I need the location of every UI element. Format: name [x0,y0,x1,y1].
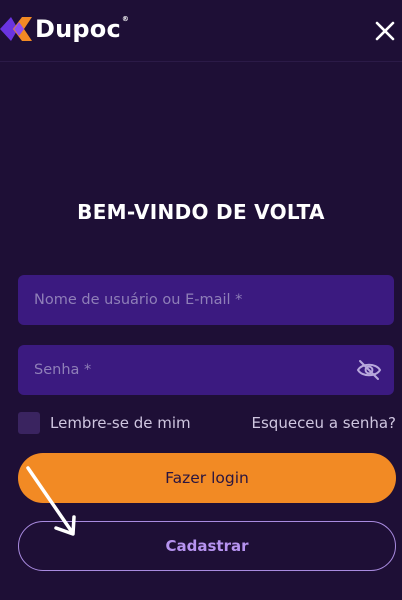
brand-logo[interactable]: Dupoc® [0,14,129,44]
close-icon [375,21,395,41]
page-title: BEM-VINDO DE VOLTA [77,200,325,224]
password-field-wrapper [18,345,394,395]
remember-checkbox[interactable] [18,412,40,434]
forgot-password-link[interactable]: Esqueceu a senha? [252,414,396,432]
username-field-wrapper [18,275,394,325]
brand-name: Dupoc® [35,15,130,43]
login-button[interactable]: Fazer login [18,453,396,503]
registered-mark: ® [121,15,130,23]
dupoc-logo-icon [0,17,32,41]
eye-off-icon[interactable] [356,358,382,382]
register-button[interactable]: Cadastrar [18,521,396,571]
app-header: Dupoc® [0,0,402,62]
close-button[interactable] [372,18,398,44]
password-input[interactable] [18,345,394,395]
username-input[interactable] [18,275,394,325]
remember-me: Lembre-se de mim [18,412,191,434]
remember-label: Lembre-se de mim [50,414,191,432]
